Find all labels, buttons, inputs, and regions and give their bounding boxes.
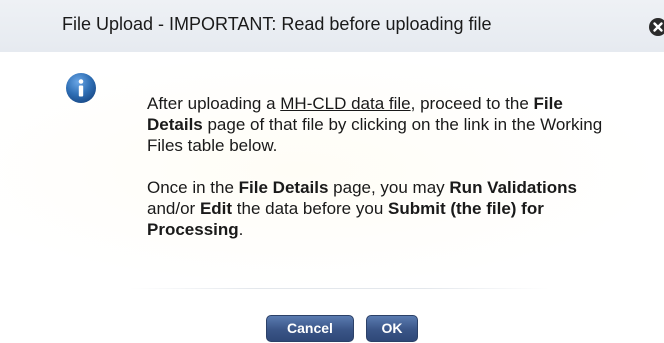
divider — [130, 288, 550, 289]
message-paragraph-1: After uploading a MH-CLD data file, proc… — [147, 93, 617, 156]
message-text: the data before you — [232, 199, 388, 218]
info-icon — [65, 72, 97, 104]
dialog-title: File Upload - IMPORTANT: Read before upl… — [62, 14, 492, 34]
message-text: Once in the — [147, 178, 239, 197]
close-icon[interactable] — [649, 18, 664, 36]
file-upload-dialog: File Upload - IMPORTANT: Read before upl… — [0, 0, 664, 343]
ok-button[interactable]: OK — [366, 315, 418, 342]
message-text: page, you may — [328, 178, 450, 197]
message-text: and/or — [147, 199, 200, 218]
message-text: , proceed to the — [410, 94, 534, 113]
message-text: page of that file by clicking on the lin… — [147, 115, 603, 155]
cancel-button[interactable]: Cancel — [266, 315, 354, 342]
mh-cld-data-file-link[interactable]: MH-CLD data file — [280, 94, 410, 113]
dialog-message: After uploading a MH-CLD data file, proc… — [147, 93, 617, 240]
message-emphasis: Run Validations — [449, 178, 577, 197]
message-emphasis: Edit — [199, 199, 233, 218]
dialog-title-bar[interactable]: File Upload - IMPORTANT: Read before upl… — [0, 0, 664, 52]
message-text: . — [238, 220, 244, 239]
message-emphasis: File Details — [238, 178, 329, 197]
message-paragraph-2: Once in the File Details page, you may R… — [147, 177, 617, 240]
message-text: After uploading a — [147, 94, 281, 113]
